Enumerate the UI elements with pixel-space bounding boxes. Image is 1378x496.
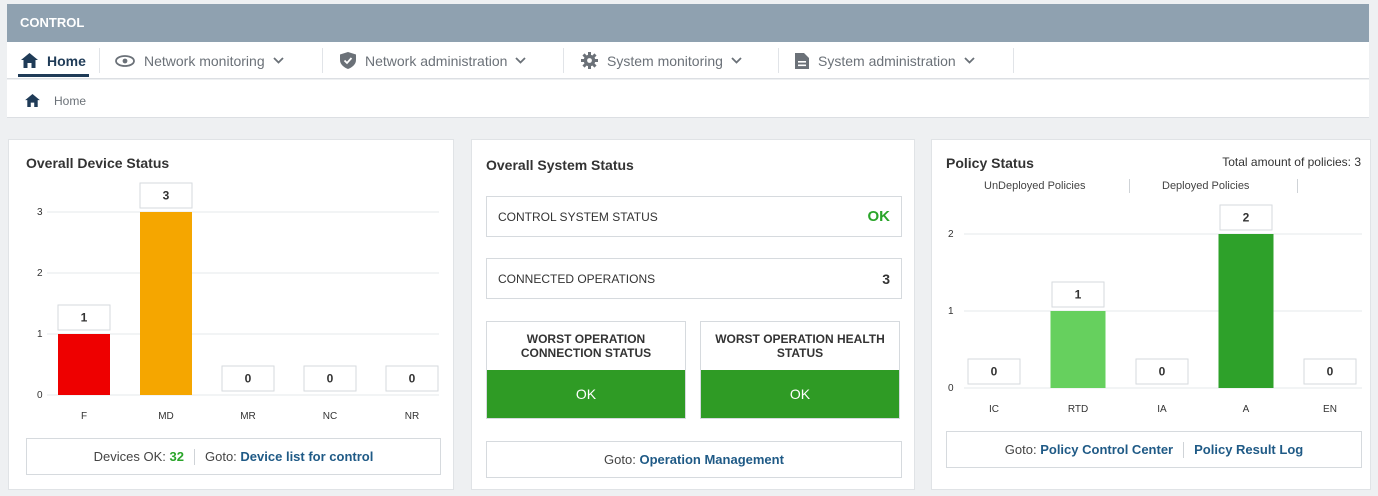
breadcrumb-home[interactable]: Home xyxy=(54,94,86,108)
nav-divider xyxy=(322,48,323,73)
y-tick-label: 1 xyxy=(37,329,43,340)
data-label: 0 xyxy=(327,372,334,386)
device-status-chart: 0 1 2 3 1 F 3 MD 0 MR 0 NC 0 NR xyxy=(37,182,439,422)
footer-divider xyxy=(194,448,195,465)
connected-operations-value: 3 xyxy=(882,270,890,287)
data-label: 0 xyxy=(409,372,416,386)
data-label: 2 xyxy=(1243,211,1250,225)
worst-health-status-card: WORST OPERATION HEALTH STATUS OK xyxy=(700,321,900,419)
shield-icon xyxy=(340,52,356,69)
device-status-footer: Devices OK: 32 Goto: Device list for con… xyxy=(26,438,441,475)
x-tick-label: IA xyxy=(1157,404,1167,415)
footer-divider xyxy=(1183,441,1185,458)
breadcrumb: Home xyxy=(7,80,1369,118)
worst-connection-status-value: OK xyxy=(487,370,685,418)
bar-f xyxy=(58,334,110,395)
y-tick-label: 0 xyxy=(37,390,43,401)
chevron-down-icon xyxy=(731,57,742,64)
y-tick-label: 2 xyxy=(948,229,954,240)
nav-system-monitoring[interactable]: System monitoring xyxy=(581,42,751,79)
devices-ok-count: 32 xyxy=(169,449,184,464)
worst-health-status-title: WORST OPERATION HEALTH STATUS xyxy=(715,332,885,360)
x-tick-label: NC xyxy=(323,411,337,422)
devices-ok-label: Devices OK: xyxy=(93,449,166,464)
system-status-footer: Goto: Operation Management xyxy=(486,441,902,478)
data-label: 0 xyxy=(1327,365,1334,379)
chevron-down-icon xyxy=(964,57,975,64)
nav-network-monitoring-label: Network monitoring xyxy=(144,52,265,69)
nav-network-administration[interactable]: Network administration xyxy=(340,42,535,79)
x-tick-label: RTD xyxy=(1068,404,1088,415)
bar-a xyxy=(1218,234,1274,388)
y-tick-label: 2 xyxy=(37,268,43,279)
control-system-status-row: CONTROL SYSTEM STATUS OK xyxy=(486,196,902,237)
x-tick-label: EN xyxy=(1323,404,1337,415)
connected-operations-row: CONNECTED OPERATIONS 3 xyxy=(486,258,902,299)
nav-system-administration[interactable]: System administration xyxy=(795,42,984,79)
device-list-link[interactable]: Device list for control xyxy=(240,449,373,464)
operation-management-link[interactable]: Operation Management xyxy=(639,452,783,467)
policy-control-center-link[interactable]: Policy Control Center xyxy=(1040,442,1173,457)
chevron-down-icon xyxy=(515,57,527,64)
policy-status-panel: Policy Status Total amount of policies: … xyxy=(931,139,1371,490)
goto-label: Goto: xyxy=(205,449,237,464)
data-label: 1 xyxy=(81,311,88,325)
bar-rtd xyxy=(1050,311,1106,388)
goto-label: Goto: xyxy=(1004,442,1037,457)
x-tick-label: IC xyxy=(989,404,999,415)
nav-system-monitoring-label: System monitoring xyxy=(607,52,723,69)
x-tick-label: MR xyxy=(240,411,256,422)
data-label: 0 xyxy=(1159,365,1166,379)
nav-network-administration-label: Network administration xyxy=(365,52,508,69)
data-label: 0 xyxy=(245,372,252,386)
home-icon xyxy=(21,53,38,68)
connected-operations-label: CONNECTED OPERATIONS xyxy=(498,271,656,286)
bar-md xyxy=(140,212,192,395)
app-title-bar: CONTROL xyxy=(7,4,1369,42)
policy-status-chart: 0 1 2 0 IC 1 RTD 0 IA 2 A 0 EN xyxy=(948,204,1362,415)
x-tick-label: MD xyxy=(158,411,174,422)
x-tick-label: NR xyxy=(405,411,419,422)
nav-divider xyxy=(99,48,100,73)
x-tick-label: F xyxy=(81,411,87,422)
control-system-status-label: CONTROL SYSTEM STATUS xyxy=(498,209,658,224)
system-status-panel: Overall System Status CONTROL SYSTEM STA… xyxy=(471,139,915,490)
system-status-title: Overall System Status xyxy=(486,157,634,173)
policy-status-footer: Goto: Policy Control Center Policy Resul… xyxy=(946,431,1362,468)
goto-label: Goto: xyxy=(604,452,636,467)
policy-result-log-link[interactable]: Policy Result Log xyxy=(1194,442,1303,457)
data-label: 3 xyxy=(163,189,170,203)
nav-home[interactable]: Home xyxy=(18,42,89,79)
home-icon[interactable] xyxy=(25,94,40,107)
control-system-status-value: OK xyxy=(867,208,891,225)
gear-icon xyxy=(581,52,598,69)
y-tick-label: 1 xyxy=(948,306,954,317)
x-tick-label: A xyxy=(1243,404,1250,415)
data-label: 1 xyxy=(1075,288,1082,302)
chevron-down-icon xyxy=(272,57,284,64)
y-tick-label: 0 xyxy=(948,383,954,394)
nav-divider xyxy=(563,48,564,73)
nav-network-monitoring[interactable]: Network monitoring xyxy=(115,42,293,79)
nav-system-administration-label: System administration xyxy=(818,52,956,69)
device-status-panel: Overall Device Status 0 1 2 3 1 F 3 MD 0 MR 0 NC 0 NR… xyxy=(8,139,454,490)
worst-health-status-value: OK xyxy=(701,370,899,418)
document-icon xyxy=(795,52,809,69)
y-tick-label: 3 xyxy=(37,207,43,218)
nav-home-label: Home xyxy=(47,52,86,69)
worst-connection-status-title: WORST OPERATION CONNECTION STATUS xyxy=(520,332,652,360)
app-title: CONTROL xyxy=(20,15,85,30)
main-nav: Home Network monitoring Network administ… xyxy=(7,42,1369,79)
eye-icon xyxy=(115,54,135,67)
nav-divider xyxy=(778,48,779,73)
nav-divider xyxy=(1013,48,1014,73)
data-label: 0 xyxy=(991,365,998,379)
worst-connection-status-card: WORST OPERATION CONNECTION STATUS OK xyxy=(486,321,686,419)
